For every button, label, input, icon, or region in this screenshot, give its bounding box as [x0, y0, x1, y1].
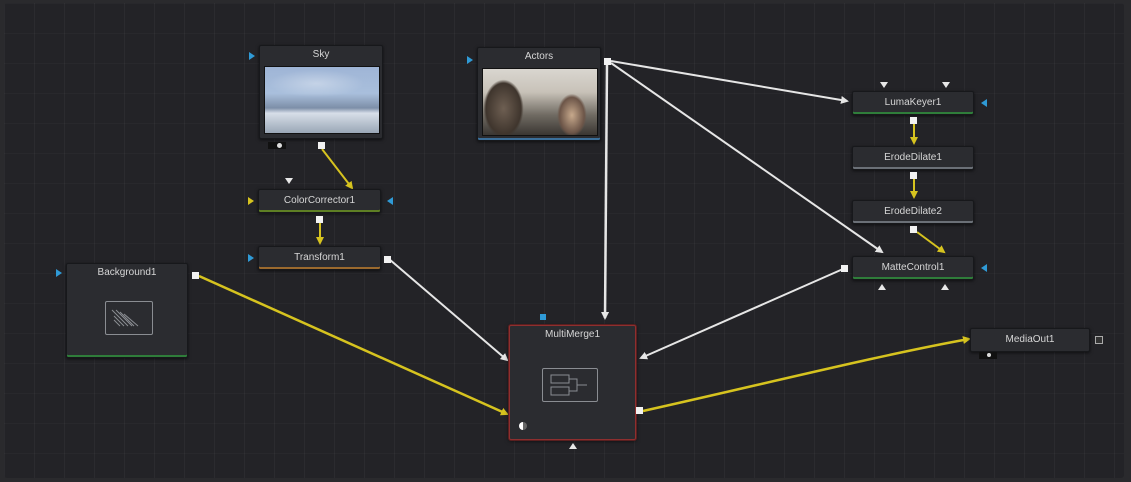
node-background[interactable]: Background1 [66, 263, 188, 358]
gradient-rect-icon [105, 301, 153, 335]
erodedilate1-output-port[interactable] [910, 172, 917, 179]
multimerge-output-port[interactable] [636, 407, 643, 414]
background-output-port[interactable] [192, 272, 199, 279]
actors-output-port[interactable] [604, 58, 611, 65]
node-colorcorrector-label: ColorCorrector1 [283, 195, 356, 206]
node-erodedilate1-label: ErodeDilate1 [884, 152, 942, 163]
multimerge-mask-input[interactable] [569, 443, 577, 449]
mattecontrol-mask-input-1[interactable] [878, 284, 886, 290]
sky-input-port[interactable] [249, 52, 255, 60]
node-multimerge-label: MultiMerge1 [544, 329, 601, 340]
node-background-label: Background1 [97, 267, 157, 278]
node-transform-label: Transform1 [294, 252, 345, 263]
lumakeyer-output-port[interactable] [910, 117, 917, 124]
node-sky-label: Sky [312, 49, 330, 60]
mattecontrol-effect-mask-port[interactable] [981, 264, 987, 272]
node-lumakeyer[interactable]: LumaKeyer1 [852, 91, 974, 115]
sky-view-dot [277, 143, 282, 148]
mediaout-view-dot [987, 353, 991, 357]
node-multimerge[interactable]: MultiMerge1 [509, 325, 636, 440]
sky-thumbnail [264, 66, 380, 134]
background-input-port[interactable] [56, 269, 62, 277]
mattecontrol-mask-input-2[interactable] [941, 284, 949, 290]
node-mattecontrol[interactable]: MatteControl1 [852, 256, 974, 280]
merge-layers-icon [542, 368, 598, 402]
colorcorrector-effect-mask-port[interactable] [387, 197, 393, 205]
node-mediaout-label: MediaOut1 [1005, 334, 1055, 345]
node-transform[interactable]: Transform1 [258, 246, 381, 270]
transform-output-port[interactable] [384, 256, 391, 263]
half-circle-icon[interactable] [519, 422, 527, 430]
actors-input-port[interactable] [467, 56, 473, 64]
colorcorrector-input-port[interactable] [248, 197, 254, 205]
colorcorrector-mask-input[interactable] [285, 178, 293, 184]
node-erodedilate2-label: ErodeDilate2 [884, 206, 942, 217]
actors-thumbnail [482, 68, 598, 136]
transform-input-port[interactable] [248, 254, 254, 262]
node-erodedilate1[interactable]: ErodeDilate1 [852, 146, 974, 170]
node-lumakeyer-label: LumaKeyer1 [884, 97, 942, 108]
node-mattecontrol-label: MatteControl1 [881, 262, 945, 273]
lumakeyer-mask-input-1[interactable] [880, 82, 888, 88]
colorcorrector-output-port[interactable] [316, 216, 323, 223]
mediaout-output-port[interactable] [1095, 336, 1103, 344]
node-sky[interactable]: Sky [259, 45, 383, 139]
sky-output-port[interactable] [318, 142, 325, 149]
lumakeyer-effect-mask-port[interactable] [981, 99, 987, 107]
node-erodedilate2[interactable]: ErodeDilate2 [852, 200, 974, 224]
lumakeyer-mask-input-2[interactable] [942, 82, 950, 88]
node-actors-label: Actors [524, 51, 554, 62]
node-mediaout[interactable]: MediaOut1 [970, 328, 1090, 352]
node-actors[interactable]: Actors [477, 47, 601, 141]
node-colorcorrector[interactable]: ColorCorrector1 [258, 189, 381, 213]
mattecontrol-output-port[interactable] [841, 265, 848, 272]
erodedilate2-output-port[interactable] [910, 226, 917, 233]
